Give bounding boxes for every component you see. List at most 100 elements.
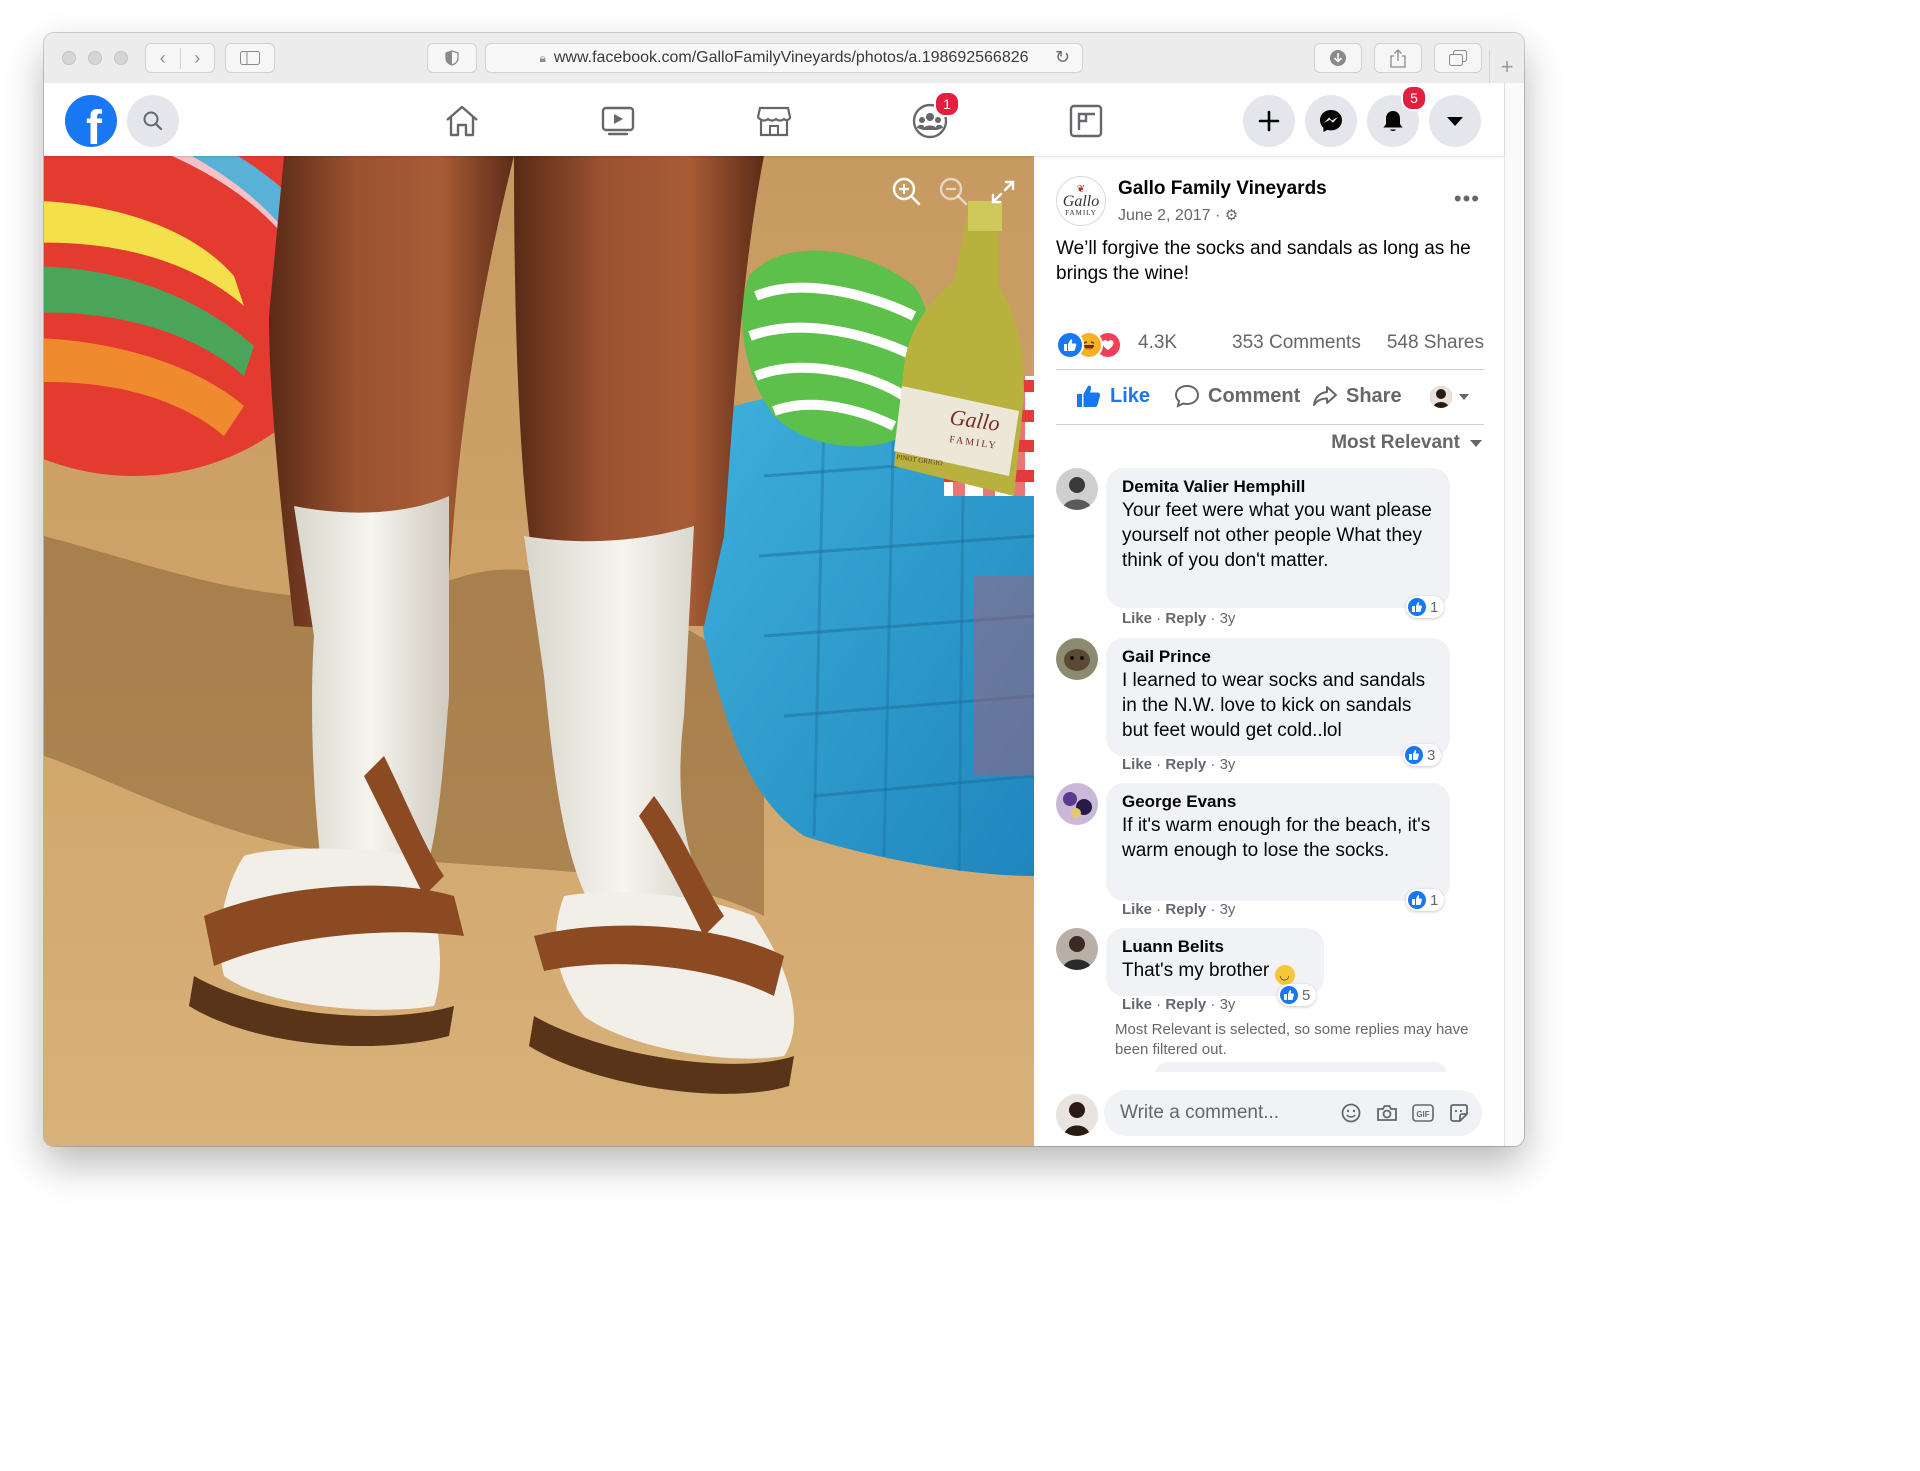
comment-meta: Like · Reply · 3y: [1122, 610, 1236, 627]
share-label: Share: [1346, 384, 1402, 407]
zoom-window-button[interactable]: [114, 51, 128, 65]
emoji-icon[interactable]: [1340, 1102, 1362, 1124]
close-window-button[interactable]: [62, 51, 76, 65]
comment-age[interactable]: 3y: [1220, 996, 1236, 1013]
new-tab-button[interactable]: +: [1489, 50, 1524, 84]
like-button[interactable]: Like: [1076, 384, 1150, 408]
browser-window: ‹ › 🔒︎ www.facebook.com/GalloFamilyViney…: [44, 33, 1524, 1146]
comment-like-link[interactable]: Like: [1122, 996, 1152, 1013]
plus-icon: +: [1500, 54, 1514, 79]
laughing-emoji-icon: ◡: [1274, 965, 1295, 985]
page-scrollbar[interactable]: [1504, 83, 1524, 1146]
nav-gaming[interactable]: [1066, 101, 1106, 141]
commenter-avatar[interactable]: [1056, 638, 1098, 680]
home-icon: [446, 105, 478, 137]
minimize-window-button[interactable]: [88, 51, 102, 65]
comment-reply-link[interactable]: Reply: [1165, 901, 1206, 918]
comment-bubble: Gail Prince I learned to wear socks and …: [1106, 638, 1450, 756]
shares-count[interactable]: 548 Shares: [1387, 332, 1484, 354]
comment-age[interactable]: 3y: [1220, 901, 1236, 918]
current-user-avatar[interactable]: [1056, 1094, 1098, 1136]
marketplace-icon: [757, 106, 791, 137]
reload-icon[interactable]: ↻: [1055, 47, 1070, 68]
more-options-button[interactable]: •••: [1454, 186, 1480, 212]
comment-like-link[interactable]: Like: [1122, 756, 1152, 773]
messenger-button[interactable]: [1305, 95, 1357, 147]
comment-text: If it's warm enough for the beach, it's …: [1122, 815, 1431, 861]
post-stats: 4.3K 353 Comments 548 Shares: [1056, 331, 1484, 359]
post-date[interactable]: June 2, 2017 · ⚙︎: [1118, 206, 1238, 225]
commenter-avatar[interactable]: [1056, 928, 1098, 970]
comment-reply-link[interactable]: Reply: [1165, 756, 1206, 773]
comment-reactions[interactable]: 1: [1406, 889, 1445, 911]
back-forward-buttons: ‹ ›: [145, 43, 215, 73]
react-as-selector[interactable]: [1430, 386, 1470, 408]
search-button[interactable]: [127, 95, 179, 147]
commenter-name[interactable]: George Evans: [1122, 791, 1434, 813]
zoom-out-icon: [939, 177, 968, 206]
share-sheet-button[interactable]: [1374, 43, 1422, 73]
nav-home[interactable]: [442, 101, 482, 141]
comment-like-link[interactable]: Like: [1122, 610, 1152, 627]
create-button[interactable]: [1243, 95, 1295, 147]
gif-icon[interactable]: GIF: [1412, 1102, 1434, 1124]
messenger-icon: [1320, 110, 1342, 132]
bell-icon: [1383, 111, 1403, 131]
comment-button[interactable]: Comment: [1174, 384, 1300, 408]
notifications-badge: 5: [1401, 85, 1427, 111]
like-reaction-icon: [1405, 746, 1423, 764]
comment-sort-dropdown[interactable]: Most Relevant: [1331, 432, 1482, 454]
nav-marketplace[interactable]: [754, 101, 794, 141]
comments-count[interactable]: 353 Comments: [1232, 332, 1361, 354]
comment-text: I learned to wear socks and sandals in t…: [1122, 670, 1426, 741]
sticker-icon[interactable]: [1448, 1102, 1470, 1124]
comment-like-link[interactable]: Like: [1122, 901, 1152, 918]
comment-reactions[interactable]: 3: [1403, 744, 1442, 766]
commenter-name[interactable]: Demita Valier Hemphill: [1122, 476, 1434, 498]
commenter-avatar[interactable]: [1056, 468, 1098, 510]
downloads-button[interactable]: [1314, 43, 1362, 73]
page-name[interactable]: Gallo Family Vineyards: [1118, 178, 1327, 200]
comment-label: Comment: [1208, 384, 1301, 407]
account-menu-button[interactable]: [1429, 95, 1481, 147]
comment-meta: Like · Reply · 3y: [1122, 756, 1236, 773]
comment-reactions[interactable]: 5: [1278, 984, 1317, 1006]
comment-reactions[interactable]: 1: [1406, 596, 1445, 618]
notifications-button[interactable]: 5: [1367, 85, 1427, 147]
zoom-out-button[interactable]: [937, 175, 971, 209]
groups-badge: 1: [934, 91, 960, 117]
comment-reply-link[interactable]: Reply: [1165, 610, 1206, 627]
comment-bubble: Demita Valier Hemphill Your feet were wh…: [1106, 468, 1450, 608]
sidebar-toggle-button[interactable]: [225, 43, 275, 73]
comment-reply-link[interactable]: Reply: [1165, 996, 1206, 1013]
share-button[interactable]: Share: [1312, 384, 1402, 408]
commenter-avatar[interactable]: [1056, 783, 1098, 825]
nav-groups[interactable]: 1: [910, 91, 960, 141]
comment-like-count: 1: [1430, 891, 1439, 909]
caret-down-icon: [1459, 394, 1469, 400]
page-avatar[interactable]: ❦ Gallo FAMILY: [1056, 176, 1106, 226]
like-reaction-icon: [1056, 331, 1084, 359]
like-reaction-icon: [1408, 891, 1426, 909]
reaction-count[interactable]: 4.3K: [1138, 332, 1177, 354]
camera-icon[interactable]: [1376, 1102, 1398, 1124]
post-photo[interactable]: Gallo FAMILY PINOT GRIGIO: [44, 156, 1034, 1146]
commenter-name[interactable]: Gail Prince: [1122, 646, 1434, 668]
address-bar[interactable]: 🔒︎ www.facebook.com/GalloFamilyVineyards…: [485, 43, 1083, 73]
tab-overview-button[interactable]: [1434, 43, 1482, 73]
comment-age[interactable]: 3y: [1220, 756, 1236, 773]
fullscreen-button[interactable]: [986, 175, 1020, 209]
page-avatar-brand: Gallo: [1062, 192, 1100, 210]
browser-toolbar: ‹ › 🔒︎ www.facebook.com/GalloFamilyViney…: [44, 33, 1524, 84]
commenter-name[interactable]: Luann Belits: [1122, 936, 1308, 958]
comment-age[interactable]: 3y: [1220, 610, 1236, 627]
nav-watch[interactable]: [598, 101, 638, 141]
photo-scene: Gallo FAMILY PINOT GRIGIO: [44, 156, 1034, 1146]
privacy-report-button[interactable]: [427, 43, 477, 73]
back-icon[interactable]: ‹: [146, 47, 181, 69]
sidebar-icon: [240, 51, 260, 65]
comment-input[interactable]: Write a comment... GIF: [1104, 1090, 1482, 1136]
facebook-logo[interactable]: f: [65, 95, 117, 147]
forward-icon[interactable]: ›: [181, 48, 215, 69]
zoom-in-button[interactable]: [890, 175, 924, 209]
